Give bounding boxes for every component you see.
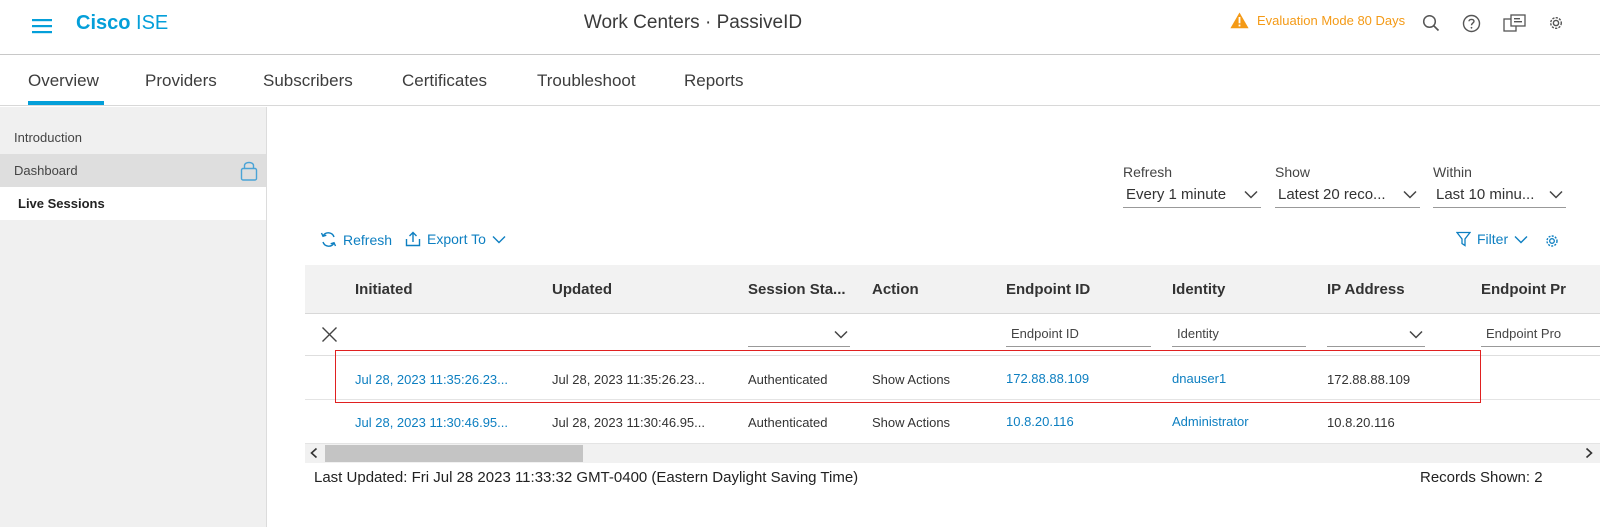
records-shown-text: Records Shown: 2 [1420, 469, 1543, 486]
chevron-down-icon [1514, 235, 1528, 244]
chevron-down-icon [1549, 190, 1563, 199]
last-updated-text: Last Updated: Fri Jul 28 2023 11:33:32 G… [314, 469, 859, 486]
endpoint-id-link[interactable]: 10.8.20.116 [1006, 414, 1074, 429]
sidebar-item-introduction[interactable]: Introduction [0, 121, 266, 154]
evaluation-text: Evaluation Mode 80 Days [1257, 13, 1406, 28]
column-header-endpoint-profile[interactable]: Endpoint Pr [1481, 281, 1566, 298]
column-header-initiated[interactable]: Initiated [355, 281, 413, 298]
show-actions-cell[interactable]: Show Actions [872, 415, 950, 430]
filter-label: Filter [1477, 231, 1509, 247]
column-header-identity[interactable]: Identity [1172, 281, 1225, 298]
active-tab-indicator [28, 101, 104, 105]
settings-icon[interactable] [1545, 12, 1567, 34]
tab-troubleshoot[interactable]: Troubleshoot [537, 71, 636, 91]
within-value: Last 10 minu... [1436, 186, 1535, 203]
warning-icon [1230, 12, 1249, 29]
chevron-down-icon [834, 330, 848, 339]
tab-overview[interactable]: Overview [28, 71, 99, 91]
notifications-icon[interactable] [1502, 12, 1528, 34]
column-header-updated[interactable]: Updated [552, 281, 612, 298]
help-icon[interactable] [1460, 12, 1482, 34]
filter-button[interactable]: Filter [1456, 231, 1528, 247]
tab-providers[interactable]: Providers [145, 71, 217, 91]
show-value: Latest 20 reco... [1278, 186, 1386, 203]
session-status-filter[interactable] [748, 323, 850, 347]
updated-cell: Jul 28, 2023 11:30:46.95... [552, 415, 705, 430]
chevron-down-icon [1409, 330, 1423, 339]
lock-icon [240, 160, 258, 181]
tab-reports[interactable]: Reports [684, 71, 744, 91]
chevron-down-icon [1244, 190, 1258, 199]
page-title: Work Centers · PassiveID [583, 12, 803, 33]
initiated-cell[interactable]: Jul 28, 2023 11:30:46.95... [355, 415, 508, 430]
endpoint-profile-filter[interactable]: Endpoint Pro [1481, 323, 1600, 347]
identity-filter[interactable]: Identity [1172, 323, 1306, 347]
column-header-session-status[interactable]: Session Sta... [748, 281, 846, 298]
evaluation-banner[interactable]: Evaluation Mode 80 Days [1230, 12, 1405, 29]
table-settings-icon[interactable] [1544, 233, 1560, 249]
export-to-button[interactable]: Export To [405, 231, 506, 247]
refresh-interval-value: Every 1 minute [1126, 186, 1227, 203]
export-icon [405, 231, 421, 247]
column-header-endpoint-id[interactable]: Endpoint ID [1006, 281, 1090, 298]
endpoint-id-filter[interactable]: Endpoint ID [1006, 323, 1151, 347]
sidebar-item-dashboard[interactable]: Dashboard [0, 154, 266, 187]
search-icon[interactable] [1420, 12, 1442, 34]
tab-subscribers[interactable]: Subscribers [263, 71, 353, 91]
scroll-right-icon[interactable] [1584, 447, 1594, 459]
show-label: Show [1275, 164, 1311, 180]
refresh-interval-label: Refresh [1123, 164, 1173, 180]
ip-address-filter[interactable] [1327, 323, 1425, 347]
chevron-down-icon [492, 235, 506, 244]
sidebar-item-live-sessions[interactable]: Live Sessions [0, 187, 266, 220]
refresh-button[interactable]: Refresh [320, 231, 392, 248]
identity-link[interactable]: Administrator [1172, 414, 1249, 429]
ip-address-cell: 10.8.20.116 [1327, 415, 1395, 430]
scrollbar-thumb[interactable] [325, 445, 583, 462]
refresh-icon [320, 231, 337, 248]
clear-filters-icon[interactable] [321, 326, 338, 343]
refresh-button-label: Refresh [343, 231, 393, 248]
scroll-left-icon[interactable] [309, 447, 319, 459]
tab-certificates[interactable]: Certificates [402, 71, 487, 91]
within-label: Within [1433, 164, 1472, 180]
within-select[interactable]: Last 10 minu... [1433, 182, 1566, 208]
filter-icon [1456, 231, 1471, 247]
tab-bar [0, 56, 1600, 106]
column-header-ip-address[interactable]: IP Address [1327, 281, 1405, 298]
chevron-down-icon [1403, 190, 1417, 199]
table-header [305, 265, 1600, 314]
show-select[interactable]: Latest 20 reco... [1275, 182, 1420, 208]
column-header-action[interactable]: Action [872, 281, 919, 298]
session-status-cell: Authenticated [748, 415, 828, 430]
refresh-interval-select[interactable]: Every 1 minute [1123, 182, 1261, 208]
export-to-label: Export To [427, 231, 486, 247]
highlight-annotation [335, 350, 1481, 403]
